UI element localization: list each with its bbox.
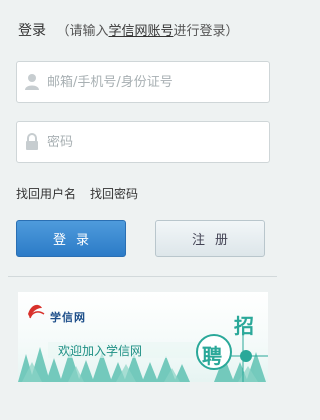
register-button[interactable]: 注册	[155, 220, 265, 257]
password-field[interactable]	[16, 121, 270, 163]
login-hint: （请输入学信网账号进行登录）	[56, 24, 238, 39]
login-hint-close: 进行登录）	[173, 24, 239, 39]
banner-logo-text: 学信网	[50, 311, 86, 324]
username-field[interactable]	[16, 61, 270, 103]
user-icon	[17, 73, 47, 91]
login-button[interactable]: 登录	[16, 220, 126, 257]
find-password-link[interactable]: 找回密码	[90, 187, 138, 201]
divider	[8, 276, 277, 277]
banner-char-top: 招	[234, 314, 254, 338]
username-input[interactable]	[47, 74, 257, 90]
recruitment-banner[interactable]: 学信网 欢迎加入学信网 招 聘	[18, 292, 268, 382]
recovery-links: 找回用户名 找回密码	[16, 185, 152, 202]
banner-slogan: 欢迎加入学信网	[58, 344, 143, 358]
banner-artwork	[18, 304, 268, 382]
login-header: 登录 （请输入学信网账号进行登录）	[18, 20, 239, 40]
account-link[interactable]: 学信网账号	[108, 24, 173, 39]
find-username-link[interactable]: 找回用户名	[16, 187, 76, 201]
banner-char-circle: 聘	[202, 344, 222, 368]
login-hint-open: （请输入	[56, 24, 109, 39]
lock-icon	[17, 133, 47, 151]
page-title: 登录	[18, 23, 46, 39]
password-input[interactable]	[47, 134, 257, 150]
